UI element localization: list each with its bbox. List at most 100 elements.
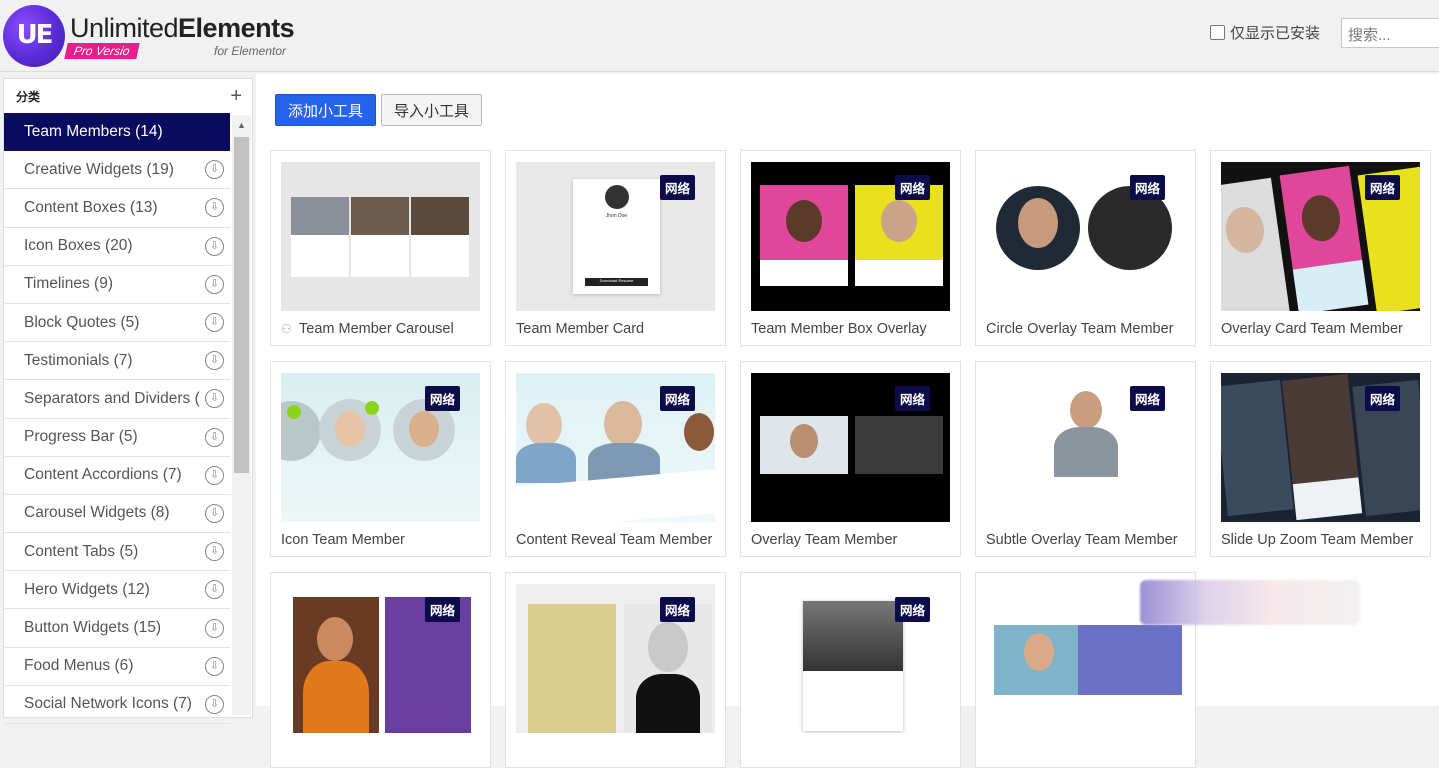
installed-only-label: 仅显示已安装 — [1230, 25, 1321, 42]
widget-title: Content Reveal Team Member — [516, 532, 713, 548]
widget-card-team-member-box-overlay[interactable]: 网络 Team Member Box Overlay — [740, 150, 961, 346]
download-icon[interactable]: ⇩ — [205, 656, 224, 676]
sidebar-item-category[interactable]: Content Boxes (13) ⇩ — [4, 189, 230, 228]
network-badge: 网络 — [659, 175, 695, 200]
sidebar-scrollbar[interactable]: ▲ — [232, 115, 251, 715]
sidebar-item-category[interactable]: Hero Widgets (12) ⇩ — [4, 571, 230, 610]
download-icon[interactable]: ⇩ — [205, 465, 224, 485]
category-list: Team Members (14) Creative Widgets (19) ⇩ C… — [4, 113, 230, 724]
download-icon[interactable]: ⇩ — [205, 274, 224, 294]
widget-card-icon-team-member[interactable]: 网络 Icon Team Member — [270, 361, 491, 557]
sidebar-item-label: Team Members (14) — [24, 122, 163, 140]
search-input[interactable]: 搜索... — [1341, 18, 1439, 48]
sidebar-item-category[interactable]: Creative Widgets (19) ⇩ — [4, 151, 230, 190]
logo-icon: UE — [3, 5, 65, 67]
network-badge: 网络 — [894, 597, 930, 622]
sidebar-item-category[interactable]: Icon Boxes (20) ⇩ — [4, 228, 230, 266]
widget-title: Overlay Card Team Member — [1221, 321, 1403, 337]
logo-wordmark: UnlimitedElements — [70, 13, 295, 43]
sidebar-item-label: Carousel Widgets (8) — [24, 504, 170, 522]
installed-only-checkbox[interactable] — [1210, 25, 1225, 40]
network-badge: 网络 — [1129, 175, 1165, 200]
sidebar-title: 分类 — [16, 89, 41, 104]
widget-title: Icon Team Member — [281, 532, 405, 548]
sidebar-item-category[interactable]: Team Members (14) — [4, 113, 230, 152]
widget-card-overlay-card-team-member[interactable]: 网络 Overlay Card Team Member — [1210, 150, 1431, 346]
download-icon[interactable]: ⇩ — [205, 313, 224, 333]
widget-title: ⚇ Team Member Carousel — [281, 321, 454, 337]
sidebar-header: 分类 + — [4, 79, 252, 113]
add-widget-button[interactable]: 添加小工具 — [275, 94, 377, 126]
download-icon[interactable]: ⇩ — [205, 236, 224, 256]
sidebar-item-label: Content Accordions (7) — [24, 466, 182, 484]
sidebar-item-label: Content Tabs (5) — [24, 542, 139, 560]
network-badge: 网络 — [424, 597, 460, 622]
sidebar-item-label: Food Menus (6) — [24, 657, 134, 675]
sidebar-item-category[interactable]: Food Menus (6) ⇩ — [4, 648, 230, 686]
download-icon[interactable]: ⇩ — [205, 694, 224, 714]
sidebar-item-category[interactable]: Carousel Widgets (8) ⇩ — [4, 495, 230, 534]
sidebar-item-category[interactable]: Progress Bar (5) ⇩ — [4, 419, 230, 457]
sidebar-item-label: Block Quotes (5) — [24, 313, 140, 331]
installed-user-icon: ⚇ — [281, 322, 292, 336]
widget-card-row3-2[interactable]: 网络 — [505, 572, 726, 768]
network-badge: 网络 — [894, 386, 930, 411]
sidebar-item-label: Social Network Icons (7) — [24, 695, 192, 713]
widget-card-slide-up-zoom-team-member[interactable]: 网络 Slide Up Zoom Team Member — [1210, 361, 1431, 557]
sidebar-item-label: Content Boxes (13) — [24, 198, 158, 216]
sidebar-item-category[interactable]: Timelines (9) ⇩ — [4, 266, 230, 304]
plus-icon[interactable]: + — [230, 85, 242, 108]
sidebar-item-category[interactable]: Testimonials (7) ⇩ — [4, 342, 230, 381]
download-icon[interactable]: ⇩ — [205, 503, 224, 523]
widget-title: Subtle Overlay Team Member — [986, 532, 1178, 548]
widget-card-row3-1[interactable]: 网络 — [270, 572, 491, 768]
widget-card-team-member-carousel[interactable]: ⚇ Team Member Carousel — [270, 150, 491, 346]
widget-title: Circle Overlay Team Member — [986, 321, 1174, 337]
widget-catalog: 添加小工具 导入小工具 ⚇ Team Member Carousel Jhon D… — [256, 74, 1439, 768]
widget-card-overlay-team-member[interactable]: 网络 Overlay Team Member — [740, 361, 961, 557]
download-icon[interactable]: ⇩ — [205, 580, 224, 600]
download-icon[interactable]: ⇩ — [205, 198, 224, 218]
widget-title: Overlay Team Member — [751, 532, 898, 548]
network-badge: 网络 — [659, 386, 695, 411]
network-badge: 网络 — [894, 175, 930, 200]
sidebar-item-category[interactable]: Social Network Icons (7) ⇩ — [4, 686, 230, 724]
download-icon[interactable]: ⇩ — [205, 427, 224, 447]
widget-title: Team Member Card — [516, 321, 645, 337]
download-icon[interactable]: ⇩ — [205, 618, 224, 638]
sidebar-item-label: Creative Widgets (19) — [24, 160, 174, 178]
widget-card-row3-3[interactable]: 网络 — [740, 572, 961, 768]
sidebar-item-label: Progress Bar (5) — [24, 428, 138, 446]
pro-version-badge: Pro Versio — [64, 43, 140, 59]
download-icon[interactable]: ⇩ — [205, 389, 224, 409]
network-badge: 网络 — [1364, 386, 1400, 411]
for-elementor-label: for Elementor — [214, 44, 287, 58]
sidebar-item-category[interactable]: Content Tabs (5) ⇩ — [4, 533, 230, 572]
sidebar-item-label: Testimonials (7) — [24, 351, 133, 369]
sidebar-item-category[interactable]: Block Quotes (5) ⇩ — [4, 304, 230, 343]
widget-card-content-reveal-team-member[interactable]: 网络 Content Reveal Team Member — [505, 361, 726, 557]
installed-only-filter[interactable]: 仅显示已安装 — [1210, 22, 1320, 43]
network-badge: 网络 — [424, 386, 460, 411]
widget-card-circle-overlay-team-member[interactable]: 网络 Circle Overlay Team Member — [975, 150, 1196, 346]
sidebar-item-category[interactable]: Button Widgets (15) ⇩ — [4, 609, 230, 648]
sidebar-item-category[interactable]: Content Accordions (7) ⇩ — [4, 457, 230, 495]
widget-thumbnail — [281, 162, 480, 311]
sidebar-item-label: Timelines (9) — [24, 275, 113, 293]
network-badge: 网络 — [1129, 386, 1165, 411]
import-widget-button[interactable]: 导入小工具 — [381, 94, 483, 126]
blurred-overlay — [1140, 580, 1360, 625]
sidebar-item-label: Button Widgets (15) — [24, 619, 161, 637]
sidebar-item-label: Hero Widgets (12) — [24, 580, 150, 598]
download-icon[interactable]: ⇩ — [205, 351, 224, 371]
scroll-up-icon[interactable]: ▲ — [232, 115, 251, 135]
sidebar-item-category[interactable]: Separators and Dividers (14)⇩ — [4, 380, 230, 419]
download-icon[interactable]: ⇩ — [205, 160, 224, 180]
widget-card-team-member-card[interactable]: Jhon Doe Download Resume 网络 Team Member … — [505, 150, 726, 346]
widget-title: Team Member Box Overlay — [751, 321, 927, 337]
widget-title: Slide Up Zoom Team Member — [1221, 532, 1414, 548]
top-header: UE UnlimitedElements Pro Versio for Elem… — [0, 0, 1439, 72]
widget-card-subtle-overlay-team-member[interactable]: 网络 Subtle Overlay Team Member — [975, 361, 1196, 557]
scrollbar-thumb[interactable] — [234, 137, 249, 473]
download-icon[interactable]: ⇩ — [205, 542, 224, 562]
